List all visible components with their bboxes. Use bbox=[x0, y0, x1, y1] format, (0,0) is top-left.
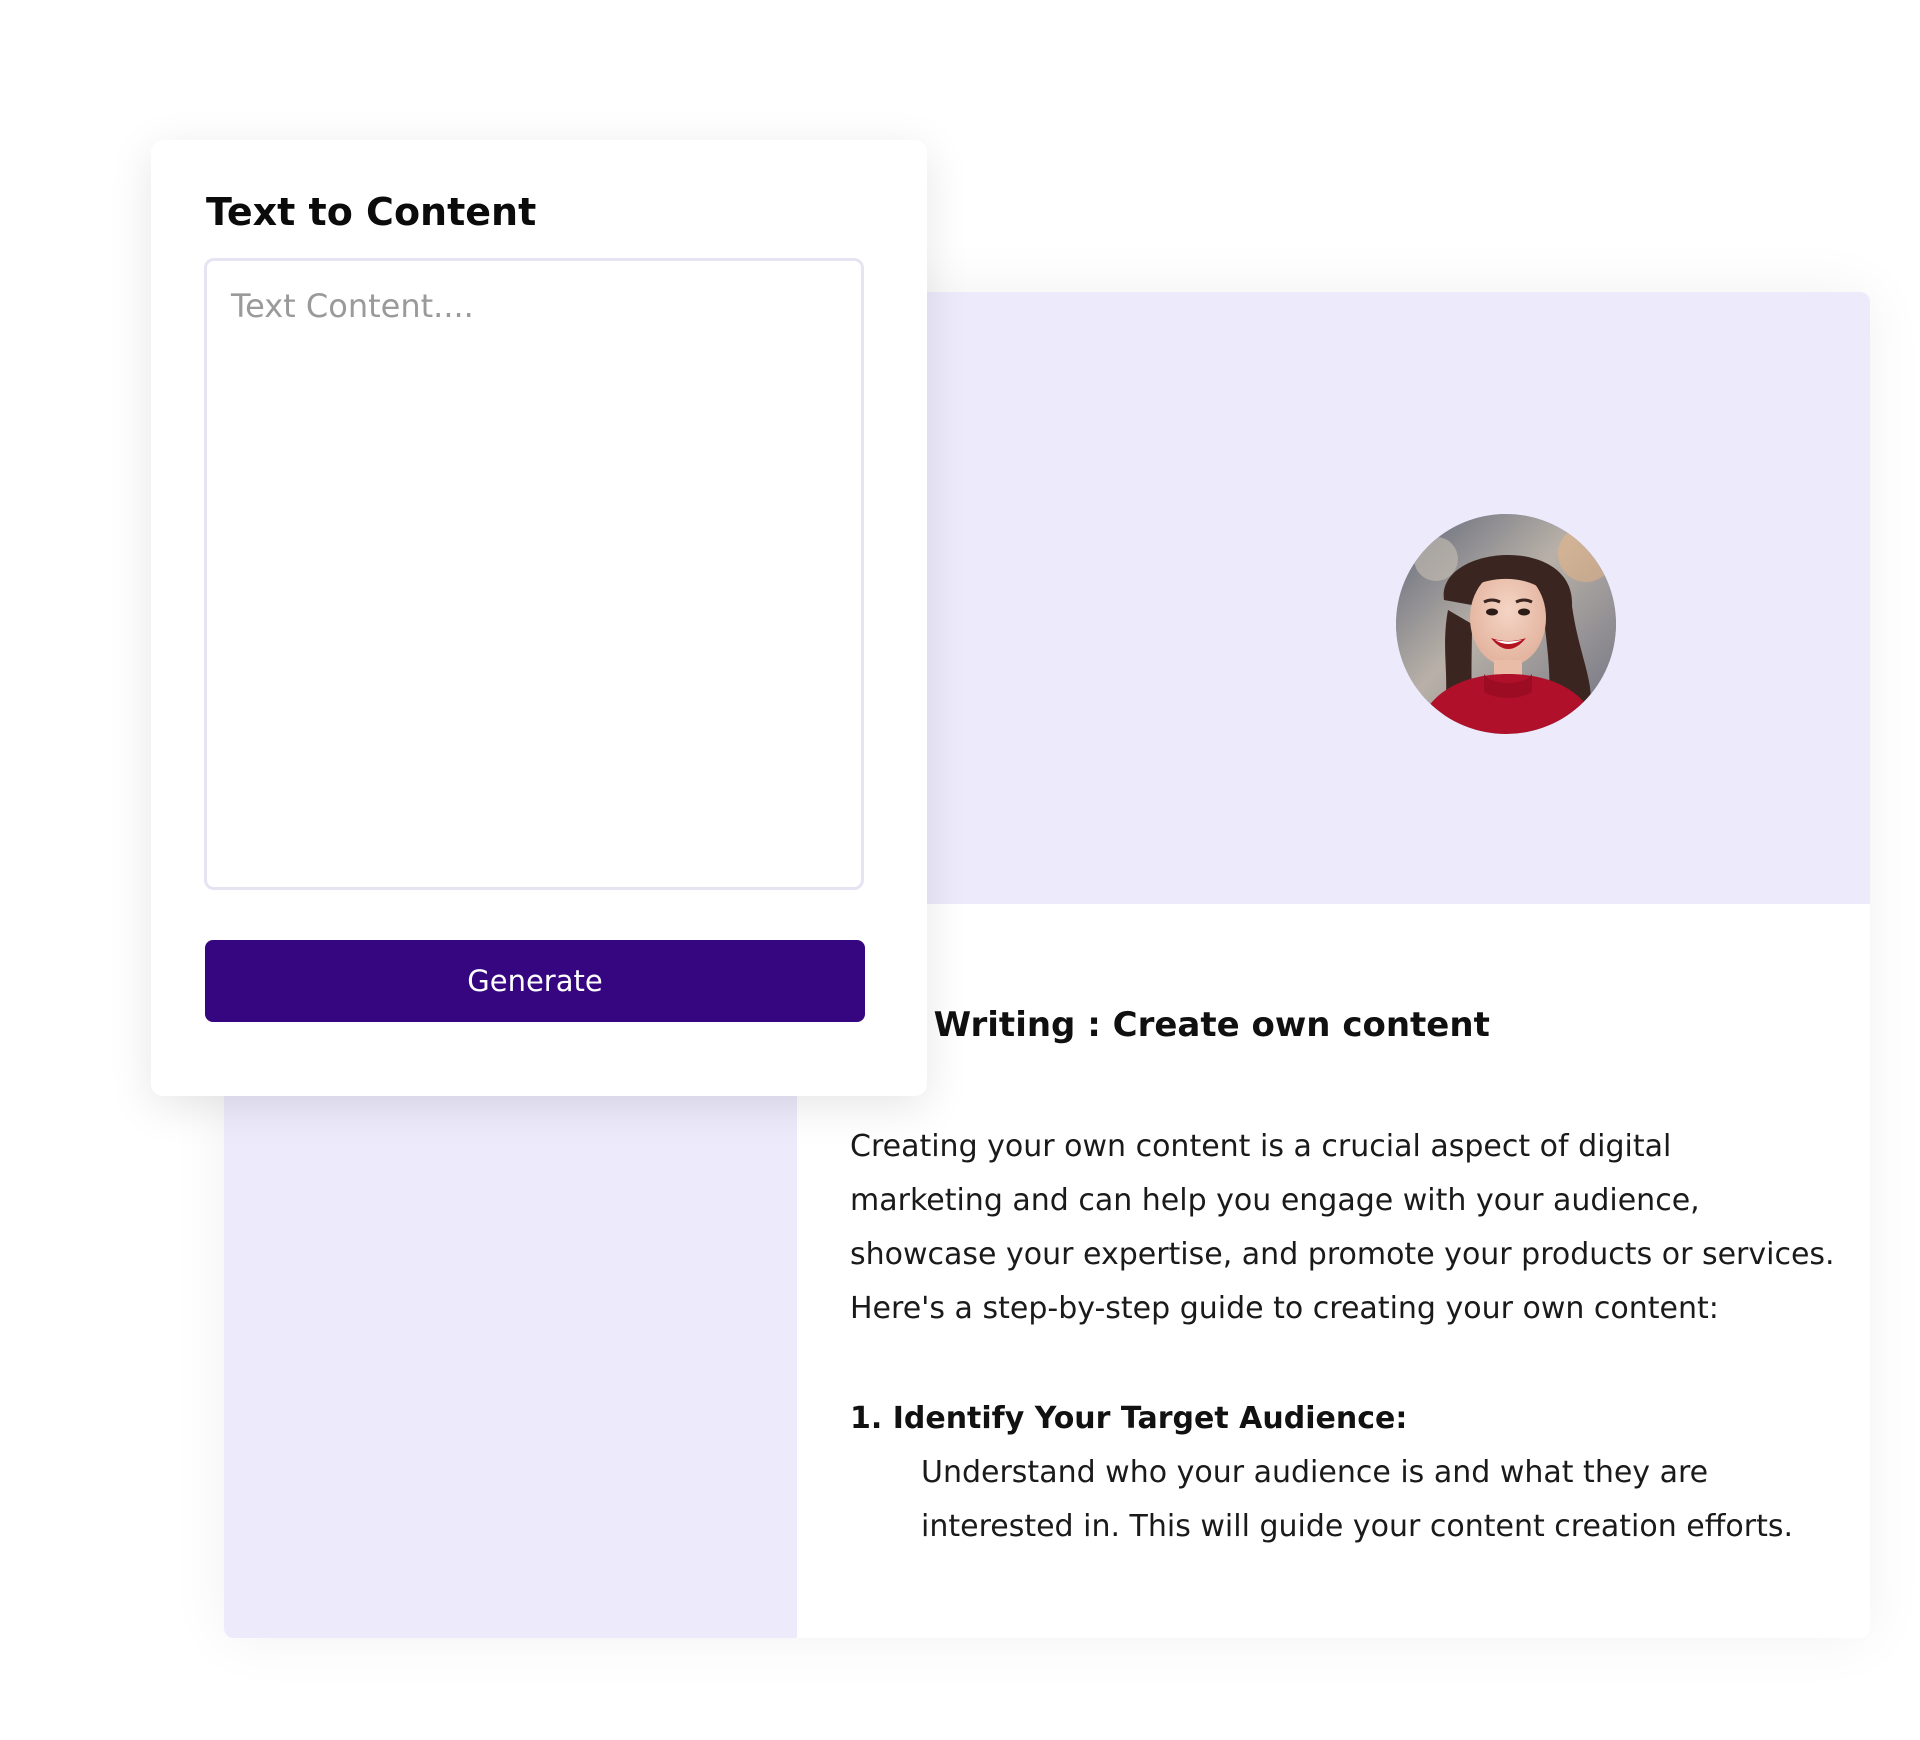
profile-avatar bbox=[1396, 514, 1616, 734]
article-intro-line: showcase your expertise, and promote you… bbox=[850, 1237, 1835, 1272]
article-intro-line: Here's a step-by-step guide to creating … bbox=[850, 1291, 1719, 1326]
step-title: 1. Identify Your Target Audience: bbox=[850, 1401, 1408, 1436]
article-heading: tent Writing : Create own content bbox=[842, 1005, 1490, 1045]
generate-button[interactable]: Generate bbox=[205, 940, 865, 1022]
step-description-line: interested in. This will guide your cont… bbox=[921, 1509, 1794, 1544]
step-description-line: Understand who your audience is and what… bbox=[921, 1455, 1709, 1490]
text-content-input[interactable] bbox=[204, 258, 864, 890]
text-to-content-panel: Text to Content Generate bbox=[151, 140, 927, 1096]
article-intro-line: Creating your own content is a crucial a… bbox=[850, 1129, 1672, 1164]
woman-avatar-icon bbox=[1396, 514, 1616, 734]
article-intro: Creating your own content is a crucial a… bbox=[850, 1120, 1860, 1336]
article-intro-line: marketing and can help you engage with y… bbox=[850, 1183, 1700, 1218]
step-description: Understand who your audience is and what… bbox=[921, 1446, 1841, 1554]
panel-title: Text to Content bbox=[206, 190, 537, 234]
app-stage: tent Writing : Create own content Creati… bbox=[0, 0, 1920, 1740]
